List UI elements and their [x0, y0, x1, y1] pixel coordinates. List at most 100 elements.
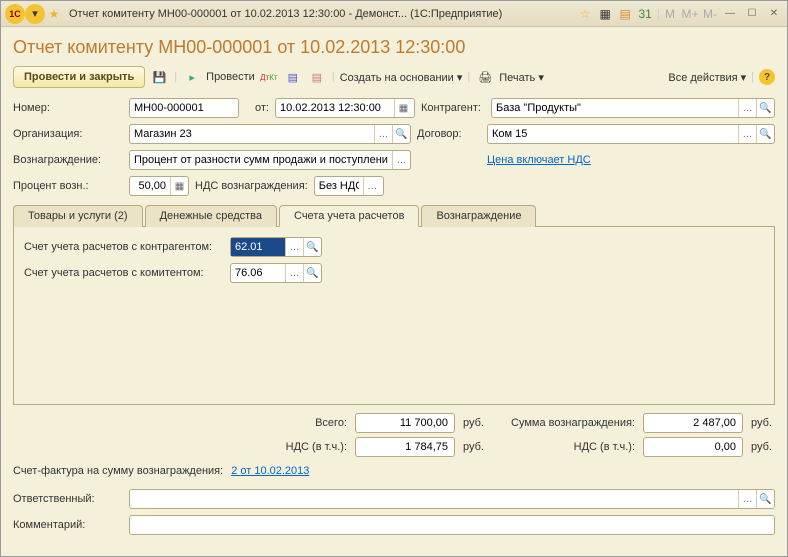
invoice-row: Счет-фактура на сумму вознаграждения: 2 …	[13, 465, 775, 477]
tab-goods[interactable]: Товары и услуги (2)	[13, 205, 143, 227]
reward-vat-input[interactable]	[643, 437, 743, 457]
number-input[interactable]	[130, 99, 238, 117]
list-icon[interactable]: ▤	[307, 67, 327, 87]
open-button[interactable]: 🔍	[303, 264, 321, 282]
acc1-input[interactable]	[231, 238, 285, 256]
contract-input-wrap: … 🔍	[487, 124, 775, 144]
select-button[interactable]: …	[738, 125, 756, 143]
all-actions-button[interactable]: Все действия ▾	[668, 71, 746, 84]
tabs: Товары и услуги (2) Денежные средства Сч…	[13, 204, 775, 227]
reward-vat-label: НДС (в т.ч.):	[495, 441, 635, 453]
org-input[interactable]	[130, 125, 374, 143]
select-button[interactable]: …	[738, 99, 756, 117]
open-button[interactable]: 🔍	[756, 490, 774, 508]
comment-input-wrap	[129, 515, 775, 535]
acc2-input[interactable]	[231, 264, 285, 282]
titlebar: 1C ▾ ★ Отчет комитенту МН00-000001 от 10…	[1, 1, 787, 27]
star-icon[interactable]: ☆	[576, 5, 594, 23]
select-button[interactable]: …	[374, 125, 392, 143]
percent-input-wrap: ▦	[129, 176, 189, 196]
tab-money[interactable]: Денежные средства	[145, 205, 277, 227]
reward-input-wrap: …	[129, 150, 411, 170]
percent-input[interactable]	[130, 177, 170, 195]
help-icon[interactable]: ?	[759, 69, 775, 85]
total-label: Всего:	[315, 417, 347, 429]
responsible-input[interactable]	[130, 490, 738, 508]
total-input[interactable]	[355, 413, 455, 433]
reward-sum-label: Сумма вознаграждения:	[495, 417, 635, 429]
invoice-label: Счет-фактура на сумму вознаграждения:	[13, 465, 223, 477]
tab-accounts[interactable]: Счета учета расчетов	[279, 205, 419, 227]
unit: руб.	[751, 417, 775, 429]
price-includes-vat-link[interactable]: Цена включает НДС	[487, 154, 591, 166]
unit: руб.	[751, 441, 775, 453]
select-button[interactable]: …	[285, 238, 303, 256]
tab-reward[interactable]: Вознаграждение	[421, 205, 536, 227]
tab-content: Счет учета расчетов с контрагентом: … 🔍 …	[13, 227, 775, 405]
calendar-picker-icon[interactable]: ▦	[394, 99, 412, 117]
close-button[interactable]: ✕	[765, 6, 783, 22]
favorite-icon[interactable]: ★	[45, 5, 63, 23]
vat-reward-input[interactable]	[315, 177, 363, 195]
vat-reward-input-wrap: …	[314, 176, 384, 196]
select-button[interactable]: …	[363, 177, 381, 195]
number-label: Номер:	[13, 102, 123, 114]
dropdown-icon[interactable]: ▾	[25, 4, 45, 24]
open-button[interactable]: 🔍	[392, 125, 410, 143]
save-icon[interactable]: 💾	[149, 67, 169, 87]
calculator-icon[interactable]: ▤	[616, 5, 634, 23]
invoice-link[interactable]: 2 от 10.02.2013	[231, 465, 309, 477]
print-icon[interactable]: 🖨	[475, 67, 495, 87]
window-title: Отчет комитенту МН00-000001 от 10.02.201…	[69, 8, 576, 20]
totals: Всего: руб. Сумма вознаграждения: руб. Н…	[13, 413, 775, 457]
save-close-button[interactable]: Провести и закрыть	[13, 66, 145, 88]
open-button[interactable]: 🔍	[756, 99, 774, 117]
create-based-button[interactable]: Создать на основании ▾	[340, 71, 463, 84]
m-icon[interactable]: M	[661, 5, 679, 23]
calc-icon[interactable]: ▦	[170, 177, 188, 195]
select-button[interactable]: …	[738, 490, 756, 508]
acc2-label: Счет учета расчетов с комитентом:	[24, 267, 224, 279]
responsible-input-wrap: … 🔍	[129, 489, 775, 509]
comment-label: Комментарий:	[13, 519, 123, 531]
org-input-wrap: … 🔍	[129, 124, 411, 144]
number-input-wrap	[129, 98, 239, 118]
responsible-label: Ответственный:	[13, 493, 123, 505]
open-button[interactable]: 🔍	[756, 125, 774, 143]
vat-label: НДС (в т.ч.):	[286, 441, 347, 453]
select-button[interactable]: …	[392, 151, 410, 169]
logo-1c-icon[interactable]: 1C	[5, 4, 25, 24]
counterparty-label: Контрагент:	[421, 102, 485, 114]
counterparty-input-wrap: … 🔍	[491, 98, 775, 118]
tool-icon-1[interactable]: ▦	[596, 5, 614, 23]
vat-input[interactable]	[355, 437, 455, 457]
m-minus-icon[interactable]: M-	[701, 5, 719, 23]
page-title: Отчет комитенту МН00-000001 от 10.02.201…	[13, 37, 775, 58]
doc-icon[interactable]: ▤	[283, 67, 303, 87]
unit: руб.	[463, 441, 487, 453]
reward-label: Вознаграждение:	[13, 154, 123, 166]
date-input-wrap: ▦	[275, 98, 415, 118]
reward-input[interactable]	[130, 151, 392, 169]
comment-input[interactable]	[130, 516, 774, 534]
dtkt-icon[interactable]: ДтКт	[259, 67, 279, 87]
minimize-button[interactable]: —	[721, 6, 739, 22]
org-label: Организация:	[13, 128, 123, 140]
toolbar: Провести и закрыть 💾 | ▸ Провести ДтКт ▤…	[13, 66, 775, 88]
select-button[interactable]: …	[285, 264, 303, 282]
m-plus-icon[interactable]: M+	[681, 5, 699, 23]
calendar-icon[interactable]: 31	[636, 5, 654, 23]
separator: |	[657, 8, 660, 20]
reward-sum-input[interactable]	[643, 413, 743, 433]
acc2-input-wrap: … 🔍	[230, 263, 322, 283]
contract-input[interactable]	[488, 125, 738, 143]
unit: руб.	[463, 417, 487, 429]
post-icon[interactable]: ▸	[182, 67, 202, 87]
maximize-button[interactable]: ☐	[743, 6, 761, 22]
vat-reward-label: НДС вознаграждения:	[195, 180, 308, 192]
open-button[interactable]: 🔍	[303, 238, 321, 256]
print-button[interactable]: Печать ▾	[499, 71, 544, 84]
post-button[interactable]: Провести	[206, 71, 255, 83]
date-input[interactable]	[276, 99, 394, 117]
counterparty-input[interactable]	[492, 99, 738, 117]
